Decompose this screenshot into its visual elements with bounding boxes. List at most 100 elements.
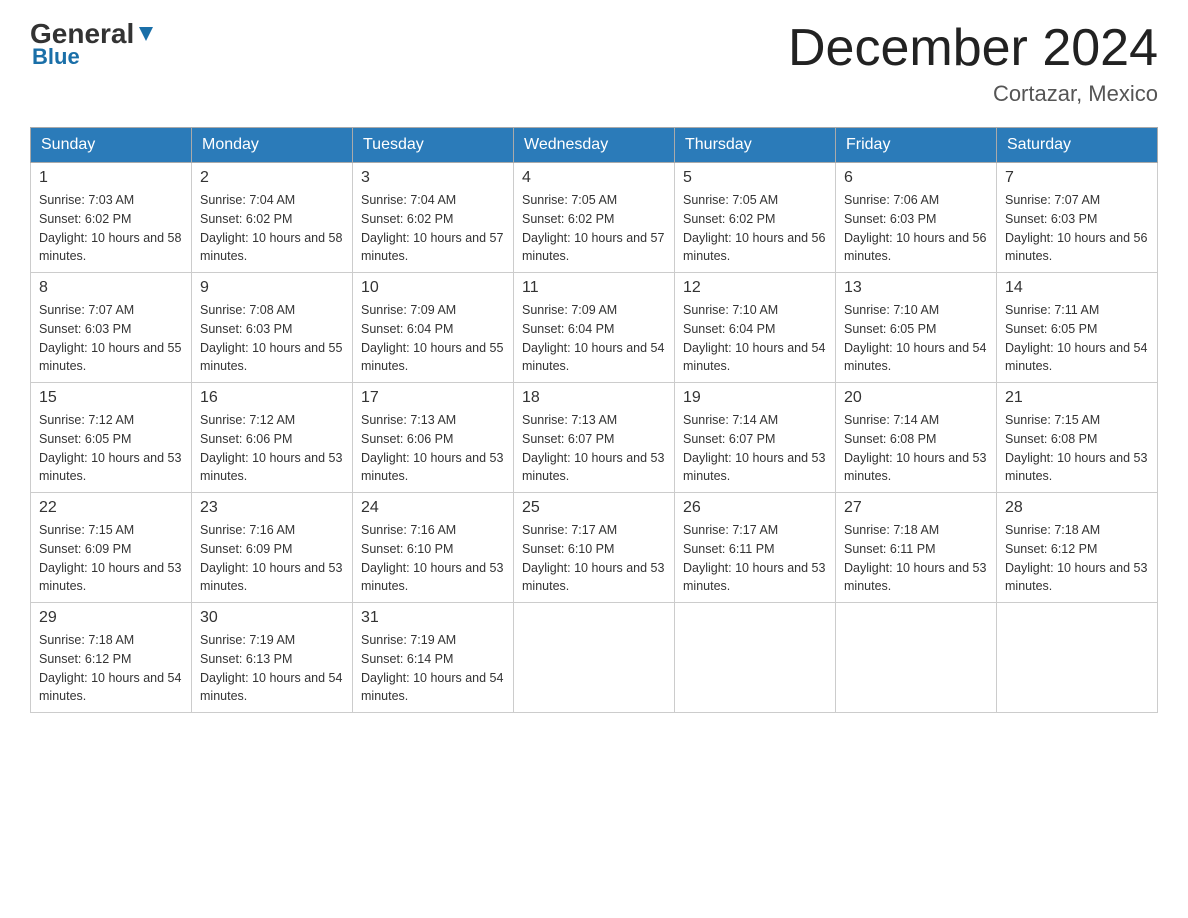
calendar-cell: 28 Sunrise: 7:18 AMSunset: 6:12 PMDaylig… xyxy=(997,493,1158,603)
day-number: 6 xyxy=(844,169,988,187)
day-number: 18 xyxy=(522,389,666,407)
day-number: 16 xyxy=(200,389,344,407)
day-number: 2 xyxy=(200,169,344,187)
day-number: 25 xyxy=(522,499,666,517)
day-info: Sunrise: 7:19 AMSunset: 6:13 PMDaylight:… xyxy=(200,631,344,706)
calendar-cell: 12 Sunrise: 7:10 AMSunset: 6:04 PMDaylig… xyxy=(675,273,836,383)
day-number: 20 xyxy=(844,389,988,407)
calendar-cell: 18 Sunrise: 7:13 AMSunset: 6:07 PMDaylig… xyxy=(514,383,675,493)
calendar-cell: 9 Sunrise: 7:08 AMSunset: 6:03 PMDayligh… xyxy=(192,273,353,383)
calendar-cell xyxy=(997,603,1158,713)
page-header: General Blue December 2024 Cortazar, Mex… xyxy=(30,20,1158,107)
day-info: Sunrise: 7:18 AMSunset: 6:11 PMDaylight:… xyxy=(844,521,988,596)
calendar-cell xyxy=(514,603,675,713)
calendar-cell: 6 Sunrise: 7:06 AMSunset: 6:03 PMDayligh… xyxy=(836,163,997,273)
day-number: 13 xyxy=(844,279,988,297)
day-number: 29 xyxy=(39,609,183,627)
logo: General Blue xyxy=(30,20,157,70)
day-info: Sunrise: 7:18 AMSunset: 6:12 PMDaylight:… xyxy=(39,631,183,706)
calendar-cell: 27 Sunrise: 7:18 AMSunset: 6:11 PMDaylig… xyxy=(836,493,997,603)
day-info: Sunrise: 7:04 AMSunset: 6:02 PMDaylight:… xyxy=(200,191,344,266)
day-info: Sunrise: 7:07 AMSunset: 6:03 PMDaylight:… xyxy=(1005,191,1149,266)
calendar-cell: 10 Sunrise: 7:09 AMSunset: 6:04 PMDaylig… xyxy=(353,273,514,383)
col-header-thursday: Thursday xyxy=(675,128,836,163)
day-info: Sunrise: 7:15 AMSunset: 6:08 PMDaylight:… xyxy=(1005,411,1149,486)
day-number: 26 xyxy=(683,499,827,517)
calendar-cell: 7 Sunrise: 7:07 AMSunset: 6:03 PMDayligh… xyxy=(997,163,1158,273)
day-info: Sunrise: 7:06 AMSunset: 6:03 PMDaylight:… xyxy=(844,191,988,266)
day-number: 28 xyxy=(1005,499,1149,517)
day-number: 24 xyxy=(361,499,505,517)
day-number: 27 xyxy=(844,499,988,517)
day-info: Sunrise: 7:03 AMSunset: 6:02 PMDaylight:… xyxy=(39,191,183,266)
day-number: 1 xyxy=(39,169,183,187)
day-number: 11 xyxy=(522,279,666,297)
day-info: Sunrise: 7:17 AMSunset: 6:11 PMDaylight:… xyxy=(683,521,827,596)
day-number: 10 xyxy=(361,279,505,297)
col-header-monday: Monday xyxy=(192,128,353,163)
logo-blue: Blue xyxy=(30,44,80,70)
month-title: December 2024 xyxy=(788,20,1158,77)
day-number: 22 xyxy=(39,499,183,517)
day-number: 12 xyxy=(683,279,827,297)
calendar-cell xyxy=(836,603,997,713)
calendar-table: SundayMondayTuesdayWednesdayThursdayFrid… xyxy=(30,127,1158,713)
day-info: Sunrise: 7:13 AMSunset: 6:07 PMDaylight:… xyxy=(522,411,666,486)
calendar-cell: 8 Sunrise: 7:07 AMSunset: 6:03 PMDayligh… xyxy=(31,273,192,383)
day-number: 4 xyxy=(522,169,666,187)
day-info: Sunrise: 7:10 AMSunset: 6:04 PMDaylight:… xyxy=(683,301,827,376)
calendar-week-1: 1 Sunrise: 7:03 AMSunset: 6:02 PMDayligh… xyxy=(31,163,1158,273)
logo-arrow-icon xyxy=(135,23,157,45)
day-info: Sunrise: 7:08 AMSunset: 6:03 PMDaylight:… xyxy=(200,301,344,376)
day-info: Sunrise: 7:16 AMSunset: 6:10 PMDaylight:… xyxy=(361,521,505,596)
day-info: Sunrise: 7:18 AMSunset: 6:12 PMDaylight:… xyxy=(1005,521,1149,596)
day-number: 19 xyxy=(683,389,827,407)
calendar-cell: 4 Sunrise: 7:05 AMSunset: 6:02 PMDayligh… xyxy=(514,163,675,273)
day-number: 9 xyxy=(200,279,344,297)
col-header-wednesday: Wednesday xyxy=(514,128,675,163)
day-number: 21 xyxy=(1005,389,1149,407)
calendar-cell: 30 Sunrise: 7:19 AMSunset: 6:13 PMDaylig… xyxy=(192,603,353,713)
day-number: 5 xyxy=(683,169,827,187)
day-info: Sunrise: 7:12 AMSunset: 6:05 PMDaylight:… xyxy=(39,411,183,486)
calendar-week-2: 8 Sunrise: 7:07 AMSunset: 6:03 PMDayligh… xyxy=(31,273,1158,383)
calendar-week-4: 22 Sunrise: 7:15 AMSunset: 6:09 PMDaylig… xyxy=(31,493,1158,603)
calendar-cell: 2 Sunrise: 7:04 AMSunset: 6:02 PMDayligh… xyxy=(192,163,353,273)
location: Cortazar, Mexico xyxy=(788,81,1158,107)
calendar-cell: 22 Sunrise: 7:15 AMSunset: 6:09 PMDaylig… xyxy=(31,493,192,603)
day-info: Sunrise: 7:14 AMSunset: 6:07 PMDaylight:… xyxy=(683,411,827,486)
calendar-cell: 13 Sunrise: 7:10 AMSunset: 6:05 PMDaylig… xyxy=(836,273,997,383)
calendar-week-5: 29 Sunrise: 7:18 AMSunset: 6:12 PMDaylig… xyxy=(31,603,1158,713)
calendar-cell: 15 Sunrise: 7:12 AMSunset: 6:05 PMDaylig… xyxy=(31,383,192,493)
day-info: Sunrise: 7:05 AMSunset: 6:02 PMDaylight:… xyxy=(683,191,827,266)
calendar-cell: 14 Sunrise: 7:11 AMSunset: 6:05 PMDaylig… xyxy=(997,273,1158,383)
day-info: Sunrise: 7:09 AMSunset: 6:04 PMDaylight:… xyxy=(522,301,666,376)
calendar-cell: 21 Sunrise: 7:15 AMSunset: 6:08 PMDaylig… xyxy=(997,383,1158,493)
calendar-cell: 1 Sunrise: 7:03 AMSunset: 6:02 PMDayligh… xyxy=(31,163,192,273)
calendar-cell: 17 Sunrise: 7:13 AMSunset: 6:06 PMDaylig… xyxy=(353,383,514,493)
day-info: Sunrise: 7:10 AMSunset: 6:05 PMDaylight:… xyxy=(844,301,988,376)
calendar-cell: 25 Sunrise: 7:17 AMSunset: 6:10 PMDaylig… xyxy=(514,493,675,603)
calendar-cell: 24 Sunrise: 7:16 AMSunset: 6:10 PMDaylig… xyxy=(353,493,514,603)
day-info: Sunrise: 7:19 AMSunset: 6:14 PMDaylight:… xyxy=(361,631,505,706)
day-info: Sunrise: 7:15 AMSunset: 6:09 PMDaylight:… xyxy=(39,521,183,596)
calendar-week-3: 15 Sunrise: 7:12 AMSunset: 6:05 PMDaylig… xyxy=(31,383,1158,493)
day-number: 23 xyxy=(200,499,344,517)
day-info: Sunrise: 7:11 AMSunset: 6:05 PMDaylight:… xyxy=(1005,301,1149,376)
calendar-cell: 23 Sunrise: 7:16 AMSunset: 6:09 PMDaylig… xyxy=(192,493,353,603)
title-block: December 2024 Cortazar, Mexico xyxy=(788,20,1158,107)
day-number: 17 xyxy=(361,389,505,407)
calendar-cell: 11 Sunrise: 7:09 AMSunset: 6:04 PMDaylig… xyxy=(514,273,675,383)
day-info: Sunrise: 7:07 AMSunset: 6:03 PMDaylight:… xyxy=(39,301,183,376)
calendar-cell: 16 Sunrise: 7:12 AMSunset: 6:06 PMDaylig… xyxy=(192,383,353,493)
calendar-cell: 5 Sunrise: 7:05 AMSunset: 6:02 PMDayligh… xyxy=(675,163,836,273)
day-info: Sunrise: 7:12 AMSunset: 6:06 PMDaylight:… xyxy=(200,411,344,486)
calendar-cell: 26 Sunrise: 7:17 AMSunset: 6:11 PMDaylig… xyxy=(675,493,836,603)
day-info: Sunrise: 7:17 AMSunset: 6:10 PMDaylight:… xyxy=(522,521,666,596)
day-info: Sunrise: 7:09 AMSunset: 6:04 PMDaylight:… xyxy=(361,301,505,376)
day-info: Sunrise: 7:16 AMSunset: 6:09 PMDaylight:… xyxy=(200,521,344,596)
calendar-cell: 29 Sunrise: 7:18 AMSunset: 6:12 PMDaylig… xyxy=(31,603,192,713)
day-number: 14 xyxy=(1005,279,1149,297)
calendar-cell: 3 Sunrise: 7:04 AMSunset: 6:02 PMDayligh… xyxy=(353,163,514,273)
day-number: 30 xyxy=(200,609,344,627)
